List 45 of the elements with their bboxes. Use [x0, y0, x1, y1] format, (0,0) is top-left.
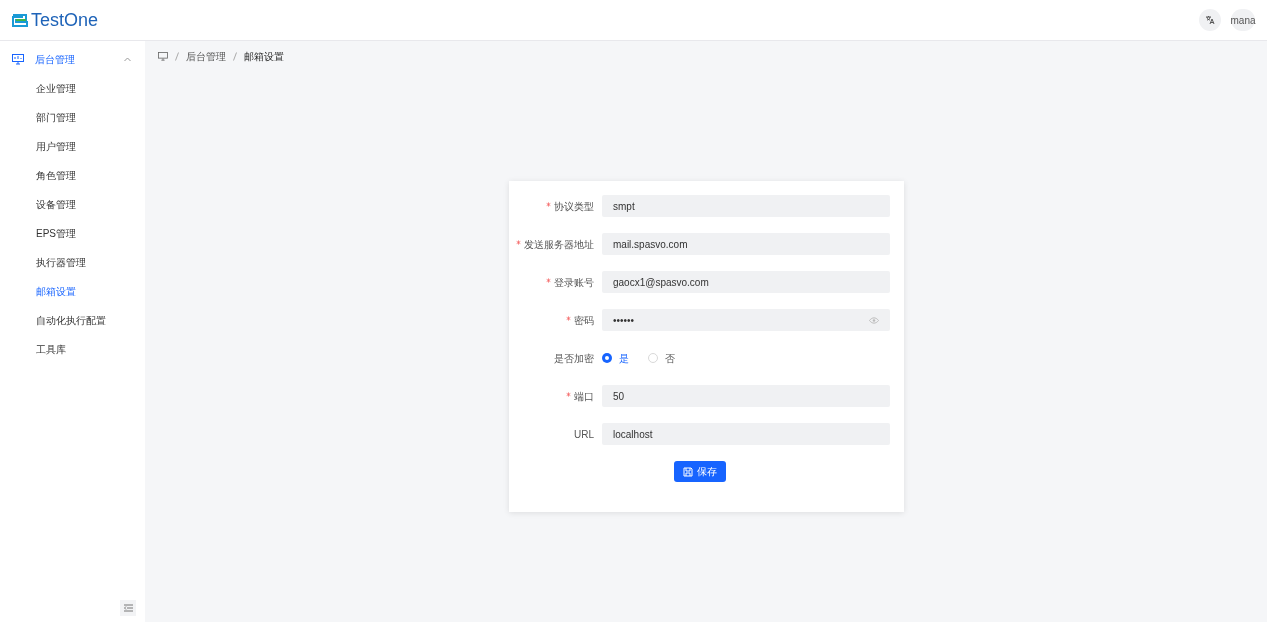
menu-item[interactable]: 用户管理: [0, 132, 145, 161]
menu-group[interactable]: 后台管理: [0, 45, 145, 74]
breadcrumb-separator-icon: [175, 51, 179, 61]
input-field[interactable]: smpt: [602, 195, 890, 217]
user-avatar[interactable]: mana: [1231, 9, 1255, 31]
password-field[interactable]: ••••••: [602, 309, 890, 331]
breadcrumb-separator-icon: [233, 51, 237, 61]
field-label: URL: [574, 427, 594, 442]
save-button[interactable]: 保存: [673, 461, 726, 482]
field-label: 端口: [574, 389, 594, 404]
menu-item[interactable]: 工具库: [0, 335, 145, 364]
breadcrumb-link[interactable]: 后台管理: [186, 48, 226, 64]
collapse-icon: [123, 604, 133, 612]
radio-option[interactable]: 是: [602, 350, 629, 366]
chevron-icon: [124, 57, 131, 62]
monitor-icon: [158, 51, 168, 61]
menu-item[interactable]: 企业管理: [0, 74, 145, 103]
radio-button[interactable]: [648, 353, 658, 363]
radio-button[interactable]: [602, 353, 612, 363]
menu-item[interactable]: 邮箱设置: [0, 277, 145, 306]
input-field[interactable]: localhost: [602, 423, 890, 445]
input-field[interactable]: 50: [602, 385, 890, 407]
translate-button[interactable]: [1199, 9, 1221, 31]
translate-icon: [1205, 15, 1215, 25]
input-field[interactable]: mail.spasvo.com: [602, 233, 890, 255]
monitor-icon: [12, 54, 24, 65]
field-label: 是否加密: [554, 351, 594, 366]
radio-option[interactable]: 否: [648, 350, 675, 366]
save-icon: [682, 466, 693, 477]
field-label: 密码: [574, 313, 594, 328]
menu-item[interactable]: 执行器管理: [0, 248, 145, 277]
breadcrumb-current: 邮箱设置: [244, 49, 284, 64]
input-field[interactable]: gaocx1@spasvo.com: [602, 271, 890, 293]
menu-item[interactable]: 设备管理: [0, 190, 145, 219]
menu-item[interactable]: EPS管理: [0, 219, 145, 248]
eye-icon[interactable]: [869, 316, 879, 324]
collapse-button[interactable]: [120, 600, 136, 616]
menu-item[interactable]: 自动化执行配置: [0, 306, 145, 335]
field-label: 发送服务器地址: [524, 237, 594, 252]
menu-item[interactable]: 角色管理: [0, 161, 145, 190]
logo-text: TestOne: [31, 8, 99, 32]
menu-item[interactable]: 部门管理: [0, 103, 145, 132]
field-label: 协议类型: [554, 199, 594, 214]
field-label: 登录账号: [554, 275, 594, 290]
logo-icon: [12, 13, 28, 27]
